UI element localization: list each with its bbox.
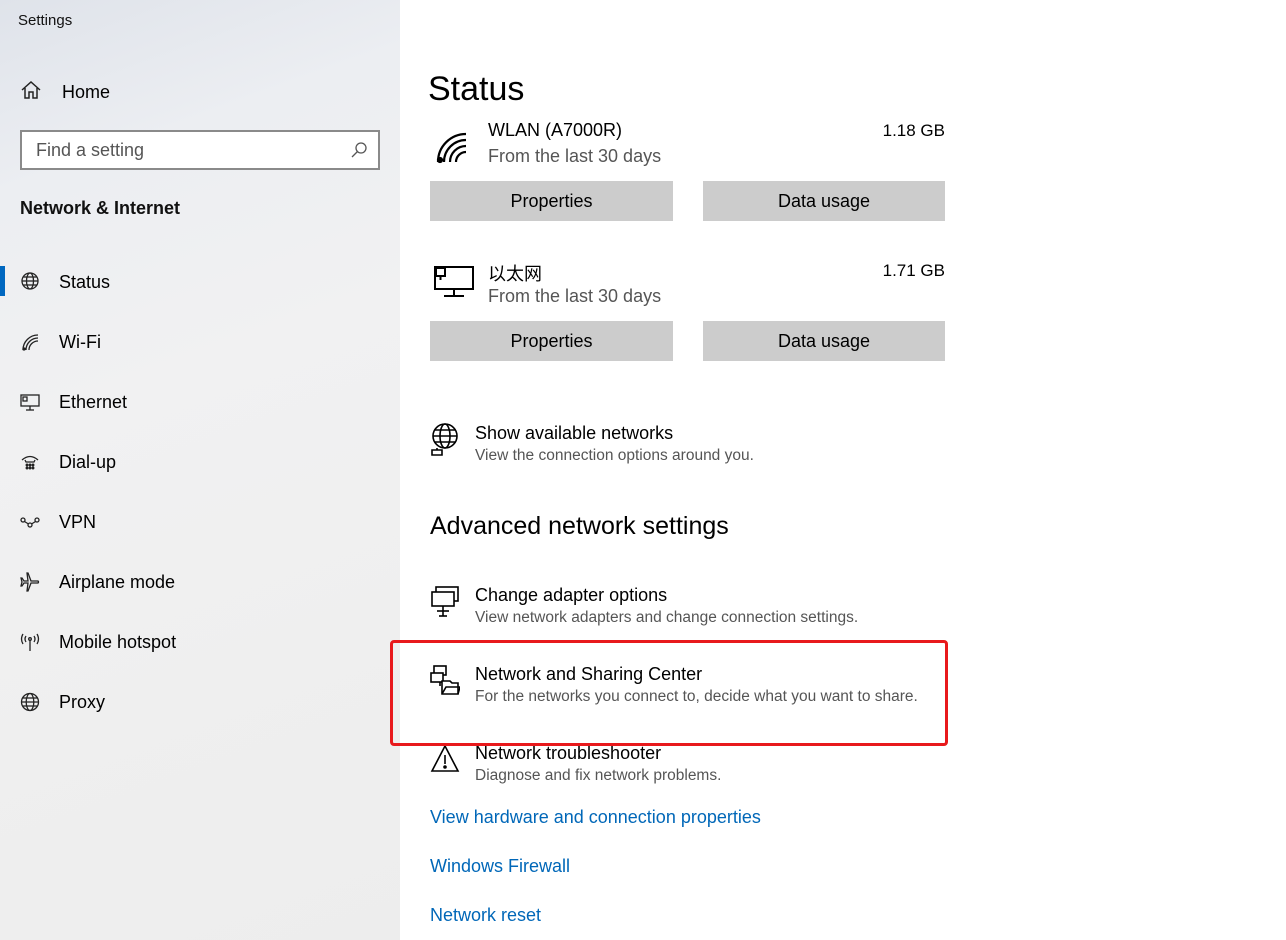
change-adapter-options[interactable]: Change adapter options View network adap…: [430, 584, 858, 630]
search-icon[interactable]: [350, 141, 368, 164]
show-available-networks[interactable]: Show available networks View the connect…: [430, 422, 754, 468]
link-description: View the connection options around you.: [475, 447, 754, 464]
network-troubleshooter[interactable]: Network troubleshooter Diagnose and fix …: [430, 742, 721, 788]
sidebar: Settings Home Network & Internet Status: [0, 0, 400, 940]
sidebar-item-label: VPN: [59, 511, 97, 532]
link-title: Network and Sharing Center: [475, 664, 703, 684]
sidebar-item-dialup[interactable]: Dial-up: [0, 432, 400, 492]
sidebar-item-airplane[interactable]: Airplane mode: [0, 552, 400, 612]
sidebar-item-label: Wi-Fi: [59, 331, 101, 352]
nav-list: Status Wi-Fi Ethernet Dial-up VPN Airpla…: [0, 252, 400, 732]
view-hardware-link[interactable]: View hardware and connection properties: [430, 807, 761, 828]
adapter-icon: [430, 584, 460, 618]
network-subtitle: From the last 30 days: [488, 146, 662, 166]
sidebar-item-wifi[interactable]: Wi-Fi: [0, 312, 400, 372]
sidebar-item-proxy[interactable]: Proxy: [0, 672, 400, 732]
link-description: Diagnose and fix network problems.: [475, 767, 722, 784]
network-card-ethernet: 以太网 From the last 30 days 1.71 GB: [430, 258, 945, 318]
wlan-properties-button[interactable]: Properties: [430, 181, 673, 221]
link-title: Network troubleshooter: [475, 743, 662, 763]
search-input[interactable]: [22, 132, 342, 168]
sharing-center-icon: [430, 663, 462, 697]
sidebar-item-label: Dial-up: [59, 451, 117, 472]
home-label: Home: [62, 81, 111, 102]
sidebar-item-hotspot[interactable]: Mobile hotspot: [0, 612, 400, 672]
page-title: Status: [428, 70, 525, 108]
network-sharing-center[interactable]: Network and Sharing Center For the netwo…: [430, 663, 918, 709]
sidebar-item-label: Airplane mode: [59, 571, 176, 592]
windows-firewall-link[interactable]: Windows Firewall: [430, 856, 570, 877]
sidebar-item-label: Mobile hotspot: [59, 631, 177, 652]
network-subtitle: From the last 30 days: [488, 286, 662, 306]
sidebar-item-status[interactable]: Status: [0, 252, 400, 312]
globe-network-icon: [20, 272, 40, 292]
globe-icon: [20, 692, 40, 712]
ethernet-pc-icon: [432, 264, 474, 303]
sidebar-item-ethernet[interactable]: Ethernet: [0, 372, 400, 432]
network-data-size: 1.71 GB: [882, 261, 945, 280]
wifi-icon: [20, 332, 40, 352]
ethernet-icon: [20, 392, 40, 412]
search-box[interactable]: [20, 130, 380, 170]
network-name: 以太网: [488, 264, 542, 284]
ethernet-data-usage-button[interactable]: Data usage: [703, 321, 945, 361]
network-data-size: 1.18 GB: [882, 121, 945, 140]
link-title: Change adapter options: [475, 585, 668, 605]
main-content: Status WLAN (A7000R) From the last 30 da…: [400, 0, 1286, 940]
sidebar-item-label: Ethernet: [59, 391, 128, 412]
home-link[interactable]: Home: [20, 80, 110, 104]
dialup-icon: [20, 452, 40, 472]
wifi-signal-icon: [432, 128, 468, 169]
advanced-settings-heading: Advanced network settings: [430, 512, 729, 540]
sidebar-item-label: Status: [59, 271, 111, 292]
network-reset-link[interactable]: Network reset: [430, 905, 541, 926]
hotspot-icon: [20, 632, 40, 652]
app-title: Settings: [18, 12, 73, 29]
link-title: Show available networks: [475, 423, 674, 443]
link-description: For the networks you connect to, decide …: [475, 688, 918, 705]
wlan-data-usage-button[interactable]: Data usage: [703, 181, 945, 221]
link-description: View network adapters and change connect…: [475, 609, 859, 626]
globe-network-icon: [430, 422, 460, 456]
sidebar-item-vpn[interactable]: VPN: [0, 492, 400, 552]
network-name: WLAN (A7000R): [488, 120, 623, 140]
section-title: Network & Internet: [20, 198, 181, 218]
vpn-icon: [20, 512, 40, 532]
sidebar-item-label: Proxy: [59, 691, 106, 712]
warning-icon: [430, 742, 460, 776]
airplane-icon: [20, 572, 40, 592]
home-icon: [20, 79, 42, 106]
ethernet-properties-button[interactable]: Properties: [430, 321, 673, 361]
